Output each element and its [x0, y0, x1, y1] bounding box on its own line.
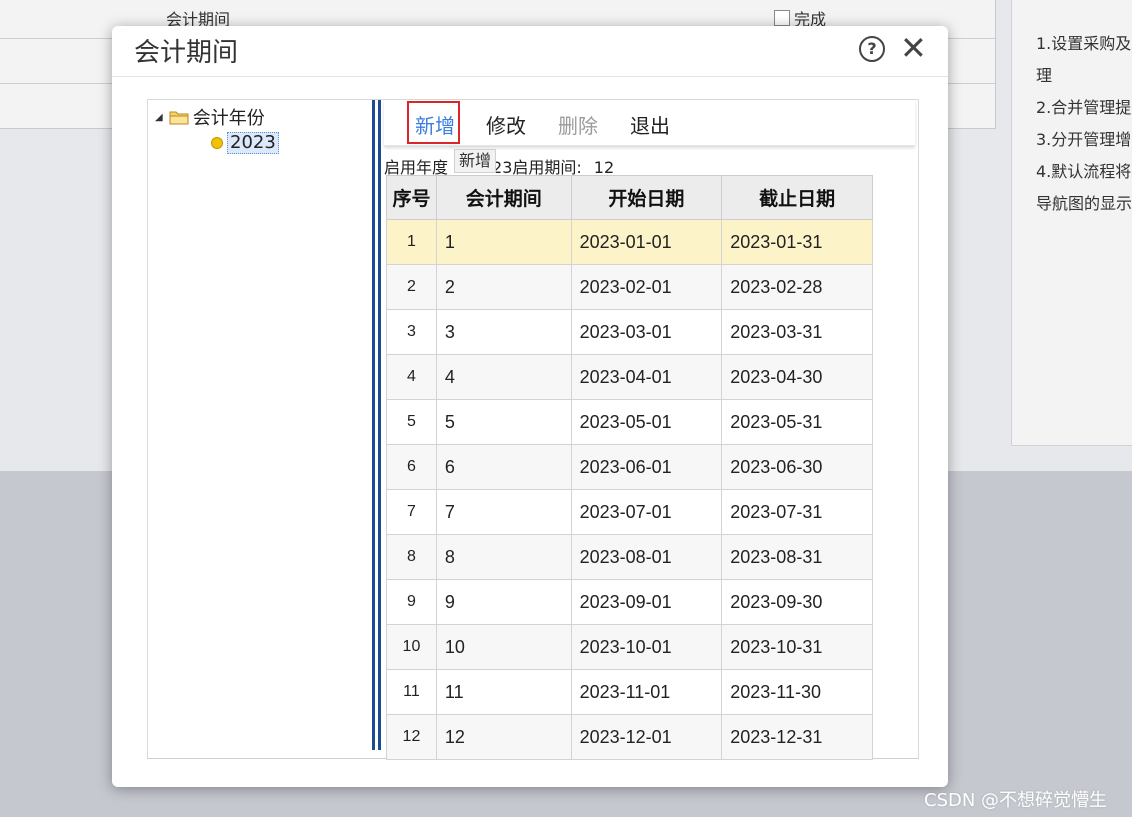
background-side-panel: 1.设置采购及 理 2.合并管理提 3.分开管理增 4.默认流程将 导航图的显示	[1011, 0, 1132, 446]
accounting-period-dialog: 会计期间 ? ✕ ◢ 会计年份 2023 新增 修改 删除 退出 新增 启用年度…	[112, 26, 948, 787]
row-end-date[interactable]: 2023-02-28	[721, 264, 873, 310]
row-period[interactable]: 2	[435, 264, 572, 310]
row-start-date[interactable]: 2023-07-01	[570, 489, 723, 535]
panel-splitter[interactable]	[372, 100, 381, 750]
row-start-date[interactable]: 2023-06-01	[570, 444, 723, 490]
table-row[interactable]: 10 10 2023-10-01 2023-10-31	[386, 624, 873, 670]
side-item: 导航图的显示	[1036, 194, 1132, 213]
row-start-date[interactable]: 2023-01-01	[570, 219, 723, 265]
row-index[interactable]: 7	[386, 489, 437, 535]
row-period[interactable]: 12	[435, 714, 572, 760]
delete-button[interactable]: 删除	[558, 110, 598, 139]
table-row[interactable]: 11 11 2023-11-01 2023-11-30	[386, 669, 873, 715]
row-index[interactable]: 4	[386, 354, 437, 400]
period-table: 序号 会计期间 开始日期 截止日期 1 1 2023-01-01 2023-01-31…	[386, 175, 873, 760]
add-tooltip: 新增	[454, 149, 497, 173]
row-end-date[interactable]: 2023-05-31	[721, 399, 873, 445]
folder-icon	[169, 111, 189, 125]
header-end-date[interactable]: 截止日期	[721, 175, 873, 220]
row-start-date[interactable]: 2023-03-01	[570, 309, 723, 355]
row-end-date[interactable]: 2023-11-30	[721, 669, 873, 715]
row-index[interactable]: 6	[386, 444, 437, 490]
table-row[interactable]: 9 9 2023-09-01 2023-09-30	[386, 579, 873, 625]
row-period[interactable]: 9	[435, 579, 572, 625]
row-end-date[interactable]: 2023-08-31	[721, 534, 873, 580]
row-index[interactable]: 5	[386, 399, 437, 445]
header-period[interactable]: 会计期间	[435, 175, 572, 220]
table-row[interactable]: 8 8 2023-08-01 2023-08-31	[386, 534, 873, 580]
close-icon[interactable]: ✕	[900, 30, 927, 66]
table-row[interactable]: 6 6 2023-06-01 2023-06-30	[386, 444, 873, 490]
row-period[interactable]: 6	[435, 444, 572, 490]
tree-node-label[interactable]: 2023	[227, 132, 279, 154]
row-period[interactable]: 11	[435, 669, 572, 715]
row-end-date[interactable]: 2023-12-31	[721, 714, 873, 760]
row-start-date[interactable]: 2023-02-01	[570, 264, 723, 310]
table-row[interactable]: 7 7 2023-07-01 2023-07-31	[386, 489, 873, 535]
tree-root-node[interactable]: ◢ 会计年份	[155, 104, 265, 130]
row-index[interactable]: 3	[386, 309, 437, 355]
exit-button[interactable]: 退出	[630, 110, 670, 139]
row-period[interactable]: 3	[435, 309, 572, 355]
row-index[interactable]: 9	[386, 579, 437, 625]
row-end-date[interactable]: 2023-01-31	[721, 219, 873, 265]
row-start-date[interactable]: 2023-11-01	[570, 669, 723, 715]
row-period[interactable]: 8	[435, 534, 572, 580]
header-start-date[interactable]: 开始日期	[570, 175, 723, 220]
leaf-dot-icon	[211, 137, 223, 149]
row-period[interactable]: 10	[435, 624, 572, 670]
help-icon[interactable]: ?	[859, 36, 885, 62]
row-end-date[interactable]: 2023-06-30	[721, 444, 873, 490]
dialog-content-panel: ◢ 会计年份 2023 新增 修改 删除 退出 新增 启用年度 23启用期间: 12	[147, 99, 919, 760]
row-start-date[interactable]: 2023-08-01	[570, 534, 723, 580]
row-index[interactable]: 1	[386, 219, 437, 265]
tree-root-label: 会计年份	[192, 108, 265, 129]
table-row[interactable]: 12 12 2023-12-01 2023-12-31	[386, 714, 873, 760]
side-item: 3.分开管理增	[1036, 130, 1132, 149]
dialog-title: 会计期间	[134, 38, 239, 68]
row-index[interactable]: 11	[386, 669, 437, 715]
table-row[interactable]: 1 1 2023-01-01 2023-01-31	[386, 219, 873, 265]
checkbox-icon[interactable]	[774, 10, 790, 26]
header-divider	[112, 76, 948, 77]
toolbar: 新增 修改 删除 退出	[384, 100, 915, 146]
row-period[interactable]: 4	[435, 354, 572, 400]
row-period[interactable]: 7	[435, 489, 572, 535]
year-tree: ◢ 会计年份 2023	[148, 100, 372, 758]
row-start-date[interactable]: 2023-09-01	[570, 579, 723, 625]
row-end-date[interactable]: 2023-07-31	[721, 489, 873, 535]
table-header-row: 序号 会计期间 开始日期 截止日期	[386, 175, 873, 220]
row-start-date[interactable]: 2023-04-01	[570, 354, 723, 400]
edit-button[interactable]: 修改	[486, 110, 526, 139]
table-row[interactable]: 3 3 2023-03-01 2023-03-31	[386, 309, 873, 355]
row-index[interactable]: 12	[386, 714, 437, 760]
row-period[interactable]: 5	[435, 399, 572, 445]
side-item: 2.合并管理提	[1036, 98, 1132, 117]
row-end-date[interactable]: 2023-03-31	[721, 309, 873, 355]
table-row[interactable]: 2 2 2023-02-01 2023-02-28	[386, 264, 873, 310]
table-row[interactable]: 5 5 2023-05-01 2023-05-31	[386, 399, 873, 445]
side-item: 4.默认流程将	[1036, 162, 1132, 181]
row-end-date[interactable]: 2023-04-30	[721, 354, 873, 400]
side-item: 1.设置采购及	[1036, 34, 1132, 53]
table-body: 1 1 2023-01-01 2023-01-31 2 2 2023-02-01 2023-0…	[386, 219, 873, 760]
table-row[interactable]: 4 4 2023-04-01 2023-04-30	[386, 354, 873, 400]
row-index[interactable]: 2	[386, 264, 437, 310]
row-end-date[interactable]: 2023-10-31	[721, 624, 873, 670]
collapse-arrow-icon[interactable]: ◢	[155, 112, 163, 123]
add-button[interactable]: 新增	[415, 110, 455, 139]
row-start-date[interactable]: 2023-12-01	[570, 714, 723, 760]
header-index[interactable]: 序号	[386, 175, 437, 220]
row-index[interactable]: 10	[386, 624, 437, 670]
tree-node-2023[interactable]: 2023	[211, 132, 279, 154]
side-item: 理	[1036, 66, 1053, 85]
row-end-date[interactable]: 2023-09-30	[721, 579, 873, 625]
row-period[interactable]: 1	[435, 219, 572, 265]
row-index[interactable]: 8	[386, 534, 437, 580]
row-start-date[interactable]: 2023-05-01	[570, 399, 723, 445]
row-start-date[interactable]: 2023-10-01	[570, 624, 723, 670]
watermark: CSDN @不想碎觉懵生	[924, 790, 1108, 811]
